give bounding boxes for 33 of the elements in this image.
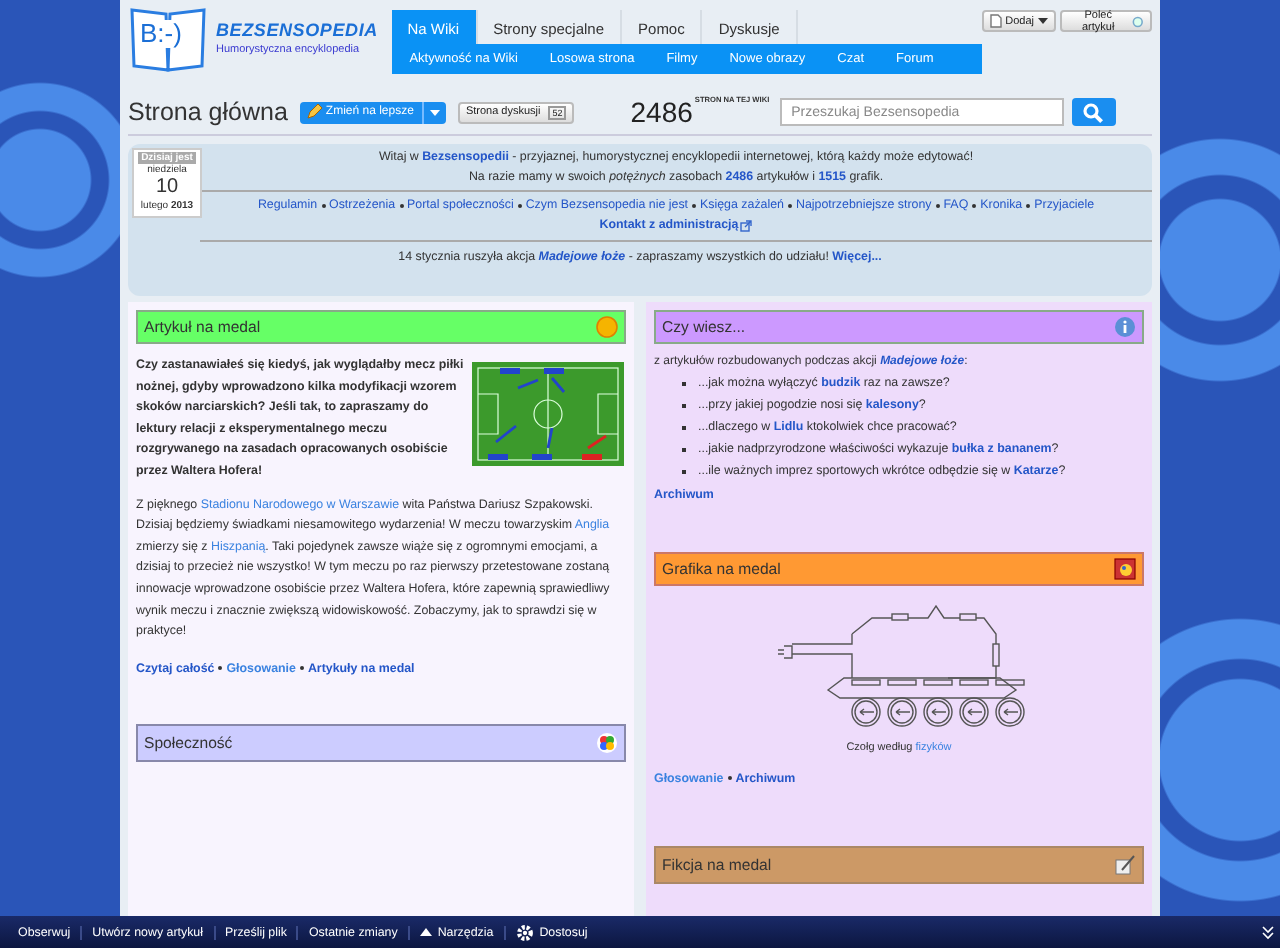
info-icon <box>1114 316 1136 338</box>
separator-dot <box>935 204 940 208</box>
separator-dot <box>727 776 732 781</box>
collapse-icon[interactable] <box>1262 926 1274 940</box>
puzzle-icon <box>596 732 618 755</box>
settings-icon <box>515 923 534 941</box>
separator-dot <box>1026 204 1031 208</box>
logo-mark[interactable]: B:-) <box>140 20 182 48</box>
external-link-icon <box>740 220 753 232</box>
caret-icon <box>429 109 440 115</box>
separator-dot <box>787 204 792 208</box>
search-icon <box>1082 101 1105 123</box>
medal-icon <box>596 316 618 338</box>
open-book-icon <box>130 4 206 72</box>
separator-dot <box>218 666 223 671</box>
separator-dot <box>299 666 304 671</box>
site-name[interactable]: BEZSENSOPEDIA <box>216 20 378 40</box>
search-button[interactable] <box>1071 98 1116 126</box>
calendar-day: 10 <box>155 176 179 200</box>
page-title: Strona główna <box>128 98 288 126</box>
page-count: 2486 <box>630 96 693 128</box>
separator-dot <box>321 204 326 208</box>
caret-icon <box>1037 18 1048 24</box>
separator-dot <box>692 204 697 208</box>
quill-icon <box>1114 854 1136 876</box>
separator-dot <box>972 204 977 208</box>
separator-dot <box>399 204 404 208</box>
triangle-icon <box>419 928 432 936</box>
circle-icon <box>1132 15 1144 27</box>
page-icon <box>989 14 1002 28</box>
pencil-icon <box>305 104 322 120</box>
palette-icon <box>1114 558 1136 580</box>
separator-dot <box>517 204 522 208</box>
